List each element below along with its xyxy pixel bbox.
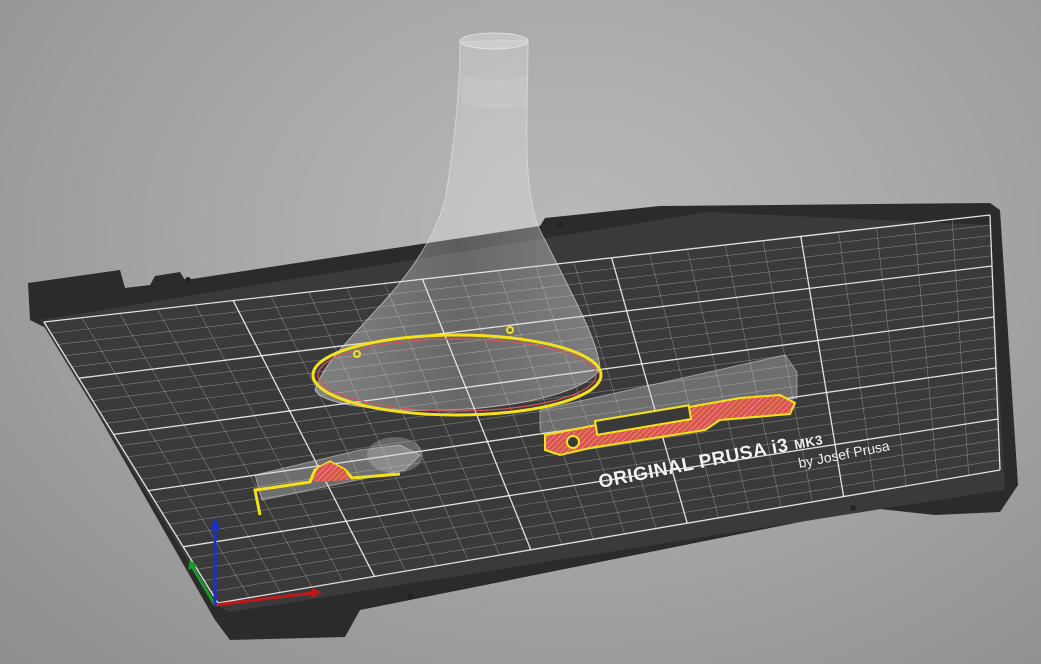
bed-screw — [407, 593, 413, 599]
bed-model-text: MK3 — [792, 432, 825, 453]
bar-clip-hole — [566, 435, 580, 449]
bed-screw — [850, 505, 856, 511]
bed-screw — [557, 222, 563, 228]
bed-screw — [185, 277, 191, 283]
bracket-ghost-knob — [367, 437, 423, 473]
3d-viewport[interactable]: ORIGINAL PRUSA i3 MK3 by Josef Prusa — [0, 0, 1041, 664]
print-scene[interactable] — [0, 0, 1041, 664]
vase-rim — [459, 32, 529, 50]
